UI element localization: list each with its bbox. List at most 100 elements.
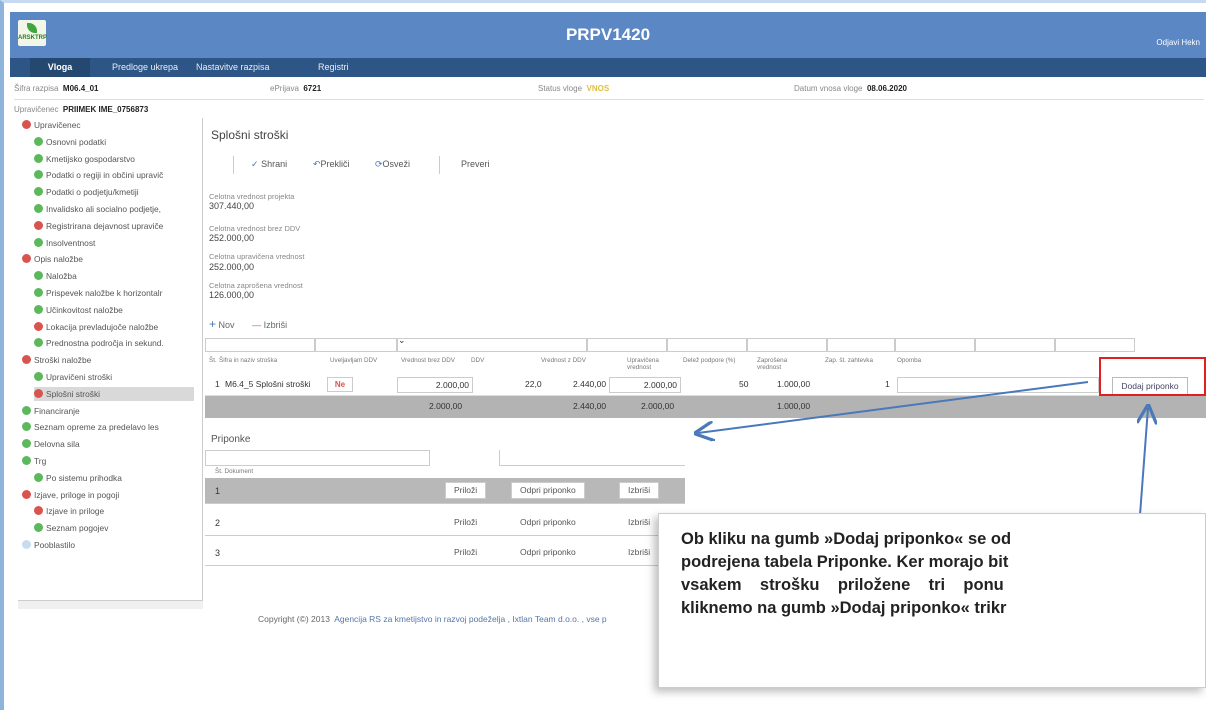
attachment-number: 2 <box>215 518 221 528</box>
grid-actions: + Nov — Izbriši <box>209 317 287 331</box>
sidebar-scrollbar[interactable] <box>18 600 203 609</box>
footer-link[interactable]: Agencija RS za kmetijstvo in razvoj pode… <box>334 614 606 624</box>
value-without-vat-input[interactable]: 2.000,00 <box>397 377 473 393</box>
sidebar-item[interactable]: Stroški naložbe <box>22 353 91 367</box>
new-button[interactable]: + Nov <box>209 317 235 331</box>
filter-input[interactable] <box>827 338 895 352</box>
sidebar-item-label: Podatki o regiji in občini upravič <box>46 170 164 181</box>
filter-input[interactable]: ⌄ <box>397 335 587 352</box>
sidebar-item[interactable]: Splošni stroški <box>34 386 194 401</box>
sidebar-item[interactable]: Trg <box>22 454 46 468</box>
sidebar-item-label: Lokacija prevladujoče naložbe <box>46 321 159 332</box>
attachment-row[interactable]: 3 Priloži Odpri priponko Izbriši <box>205 540 685 566</box>
cost-name: M6.4_5 Splošni stroški <box>225 379 311 389</box>
col-header: DDV <box>471 357 485 364</box>
sidebar-item-label: Kmetijsko gospodarstvo <box>46 153 135 164</box>
sidebar-item-label: Po sistemu prihodka <box>46 472 122 483</box>
field-value: 252.000,00 <box>209 262 255 272</box>
status-dot-icon <box>34 271 43 281</box>
filter-input[interactable] <box>205 338 315 352</box>
row-number: 1 <box>215 379 220 389</box>
sidebar-item[interactable]: Izjave, priloge in pogoji <box>22 488 119 502</box>
filter-input[interactable] <box>315 338 397 352</box>
nav-predloge-ukrepa[interactable]: Predloge ukrepa <box>102 58 188 77</box>
filter-input[interactable] <box>975 338 1055 352</box>
attachment-number: 3 <box>215 548 221 558</box>
col-header: Šifra in naziv stroška <box>219 357 278 364</box>
sidebar-item[interactable]: Delovna sila <box>22 437 80 451</box>
open-attachment-button[interactable]: Odpri priponko <box>511 482 585 499</box>
sidebar-item[interactable]: Po sistemu prihodka <box>34 471 122 485</box>
total-without-vat: 2.000,00 <box>429 401 463 411</box>
sidebar-item[interactable]: Seznam pogojev <box>34 521 108 535</box>
sidebar-item[interactable]: Osnovni podatki <box>34 135 106 149</box>
sidebar-item[interactable]: Kmetijsko gospodarstvo <box>34 152 135 166</box>
vat-rate: 22,0 <box>525 379 542 389</box>
check-button[interactable]: Preveri <box>461 159 490 169</box>
sidebar-item[interactable]: Učinkovitost naložbe <box>34 303 123 317</box>
attach-button[interactable]: Priloži <box>445 544 487 561</box>
eligible-value-input[interactable]: 2.000,00 <box>609 377 681 393</box>
sidebar-item[interactable]: Pooblastilo <box>22 538 75 552</box>
sidebar-item[interactable]: Upravičenec <box>22 118 81 132</box>
filter-input[interactable] <box>747 338 827 352</box>
delete-button[interactable]: — Izbriši <box>252 320 287 330</box>
status-dot-icon <box>22 120 31 129</box>
sidebar-item-label: Trg <box>34 456 47 466</box>
logout-link[interactable]: Odjavi Hekn <box>1156 38 1200 47</box>
filter-input[interactable] <box>587 338 667 352</box>
status-dot-icon <box>34 338 43 348</box>
sidebar-item-label: Registrirana dejavnost upraviče <box>46 220 164 231</box>
footer-copyright: Copyright (©) 2013 Agencija RS za kmetij… <box>258 614 607 624</box>
sidebar-item[interactable]: Seznam opreme za predelavo les <box>22 420 159 434</box>
save-button[interactable]: ✓ Shrani <box>251 159 287 170</box>
refresh-button[interactable]: ⟳Osveži <box>375 159 410 170</box>
sidebar-item[interactable]: Registrirana dejavnost upraviče <box>34 219 163 233</box>
attachments-filter: ⚲ <box>205 450 685 466</box>
delete-attachment-button[interactable]: Izbriši <box>619 544 660 561</box>
sidebar-item[interactable]: Opis naložbe <box>22 252 83 266</box>
sidebar-item[interactable]: Invalidsko ali socialno podjetje, <box>34 202 161 216</box>
explanation-callout: Ob kliku na gumb »Dodaj priponko« se od … <box>658 513 1206 688</box>
filter-row: ⚲ ⌄ <box>205 335 1206 352</box>
sidebar-item[interactable]: Podatki o regiji in občini upravič <box>34 168 163 182</box>
sidebar-item[interactable]: Lokacija prevladujoče naložbe <box>34 320 158 334</box>
sidebar-item[interactable]: Insolventnost <box>34 236 95 250</box>
filter-input[interactable] <box>667 338 747 352</box>
open-attachment-button[interactable]: Odpri priponko <box>511 544 585 561</box>
col-header: Vrednost brez DDV <box>401 357 456 364</box>
sidebar-item-label: Financiranje <box>34 405 80 416</box>
nav-vloga[interactable]: Vloga <box>30 58 90 77</box>
attachment-number: 1 <box>215 486 221 496</box>
sidebar-item[interactable]: Prispevek naložbe k horizontalr <box>34 286 162 300</box>
value-with-vat: 2.440,00 <box>573 379 607 389</box>
attachment-row[interactable]: 2 Priloži Odpri priponko Izbriši <box>205 510 685 536</box>
attachment-row[interactable]: 1 Priloži Odpri priponko Izbriši <box>205 478 685 504</box>
sidebar-item[interactable]: Financiranje <box>22 404 80 418</box>
filter-input[interactable] <box>499 450 685 466</box>
cancel-button[interactable]: ↶Prekliči <box>313 159 350 170</box>
sidebar-item[interactable]: Prednostna področja in sekund. <box>34 336 164 350</box>
sidebar-item-label: Izjave, priloge in pogoji <box>34 489 120 500</box>
filter-input[interactable] <box>205 450 430 466</box>
filter-input[interactable] <box>895 338 975 352</box>
delete-attachment-button[interactable]: Izbriši <box>619 514 660 531</box>
note-input[interactable] <box>897 377 1099 393</box>
sidebar-item[interactable]: Podatki o podjetju/kmetiji <box>34 185 139 199</box>
col-header: Delež podpore (%) <box>683 357 736 364</box>
plus-icon: + <box>209 317 217 331</box>
sidebar-item[interactable]: Upravičeni stroški <box>34 370 112 384</box>
delete-attachment-button[interactable]: Izbriši <box>619 482 660 499</box>
status-dot-icon <box>22 405 31 415</box>
attach-button[interactable]: Priloži <box>445 482 487 499</box>
filter-input[interactable] <box>1055 338 1135 352</box>
datum-vnosa: Datum vnosa vloge 08.06.2020 <box>794 84 907 93</box>
nav-nastavitve-razpisa[interactable]: Nastavitve razpisa <box>186 58 280 77</box>
sidebar-item[interactable]: Izjave in priloge <box>34 504 104 518</box>
table-row[interactable]: 1 M6.4_5 Splošni stroški Ne 2.000,00 22,… <box>205 374 1206 396</box>
open-attachment-button[interactable]: Odpri priponko <box>511 514 585 531</box>
sidebar-item[interactable]: Naložba <box>34 269 77 283</box>
attach-button[interactable]: Priloži <box>445 514 487 531</box>
nav-registri[interactable]: Registri <box>308 58 359 77</box>
ddv-toggle[interactable]: Ne <box>327 377 353 392</box>
